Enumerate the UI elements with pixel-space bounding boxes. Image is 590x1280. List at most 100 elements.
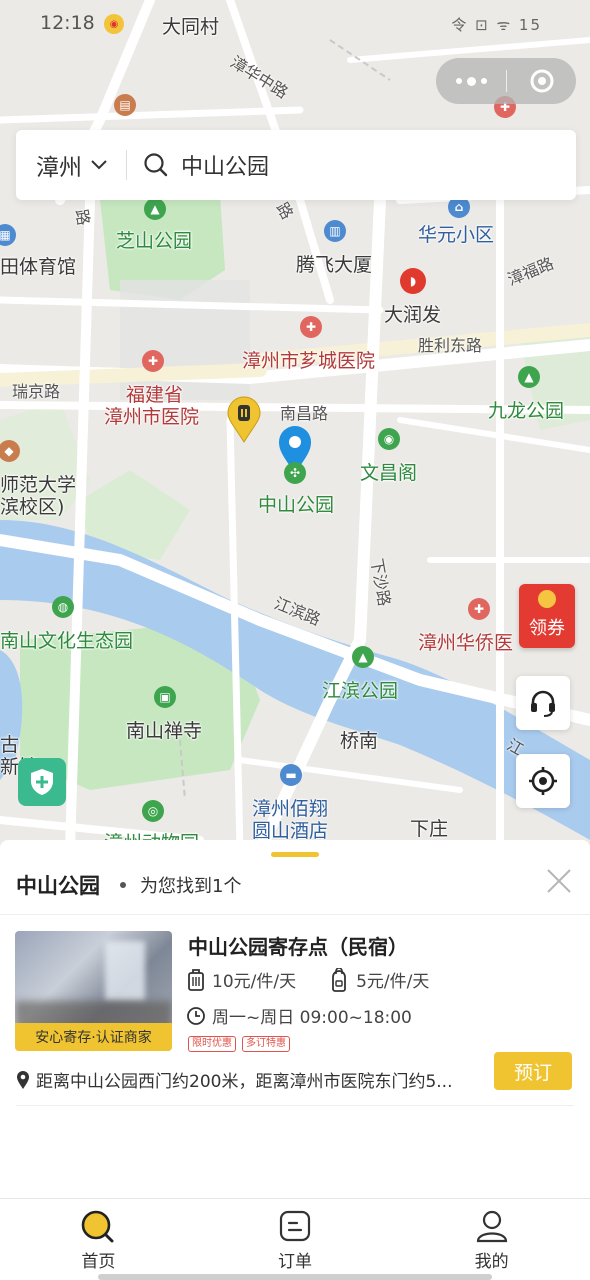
search-bar: 漳州 中山公园 xyxy=(16,130,576,200)
locate-me-button[interactable] xyxy=(516,754,570,808)
map-label-normal-univ-2: 滨校区) xyxy=(0,496,65,518)
results-title: 中山公园 xyxy=(16,874,100,898)
map-hospital-icon-2: ✚ xyxy=(300,316,322,338)
city-selector[interactable]: 漳州 xyxy=(16,130,126,200)
result-card[interactable]: 安心寄存·认证商家 中山公园寄存点（民宿） 10元/件/天 5元/件/天 周一~… xyxy=(0,915,590,1106)
sheet-drag-handle[interactable] xyxy=(271,852,319,857)
map-road-ruijing: 瑞京路 xyxy=(12,382,61,401)
map-label-xiangcheng-hospital: 漳州市芗城医院 xyxy=(242,350,376,372)
tab-orders-label: 订单 xyxy=(278,1252,312,1272)
map-label-overseas-hospital: 漳州华侨医 xyxy=(418,632,514,654)
map-temple-icon: ▣ xyxy=(154,686,176,708)
tab-profile-label: 我的 xyxy=(474,1252,509,1272)
map-label-nanshan-eco: 南山文化生态园 xyxy=(0,630,134,652)
city-name: 漳州 xyxy=(36,155,82,181)
results-header: 中山公园 为您找到1个 xyxy=(16,870,241,900)
separator-dot xyxy=(120,882,126,888)
results-count: 为您找到1个 xyxy=(140,876,242,897)
weibo-icon: ◉ xyxy=(104,14,124,34)
map-park-icon-5: ▲ xyxy=(352,646,374,668)
promo-tag: 多订特惠 xyxy=(242,1036,290,1052)
distance-row: 距离中山公园西门约200米，距离漳州市医院东门约5... xyxy=(16,1067,486,1092)
map-label-stadium: 田体育馆 xyxy=(0,256,77,278)
map-label-tengfei: 腾飞大厦 xyxy=(296,254,373,276)
shop-name: 中山公园寄存点（民宿） xyxy=(188,935,408,959)
map-road-shengli: 胜利东路 xyxy=(418,336,483,355)
map-label-hotel-2: 圆山酒店 xyxy=(252,820,329,842)
price-per-item: 10元/件/天 xyxy=(212,972,297,992)
shop-thumbnail: 安心寄存·认证商家 xyxy=(15,931,172,1051)
status-time: 12:18 xyxy=(40,12,95,34)
map-label-datong-village: 大同村 xyxy=(162,16,220,38)
map-hospital-icon-4: ✚ xyxy=(468,598,490,620)
luggage-icon xyxy=(188,968,204,991)
map-label-xiazhuang: 下庄 xyxy=(410,818,449,840)
map-poi-brown-icon: ▤ xyxy=(114,94,136,116)
map-hotel-icon: ▬ xyxy=(280,764,302,786)
profile-icon xyxy=(476,1210,507,1243)
tab-home[interactable]: 首页 xyxy=(0,1199,197,1280)
results-sheet: 中山公园 为您找到1个 安心寄存·认证商家 中山公园寄存点（民宿） 10元/件/… xyxy=(0,840,590,1200)
more-dots-icon[interactable] xyxy=(436,58,506,104)
price-small-item: 5元/件/天 xyxy=(356,972,430,992)
close-icon[interactable] xyxy=(546,868,572,894)
search-divider xyxy=(126,150,127,180)
map-zoo-icon: ◎ xyxy=(142,800,164,822)
coupon-button[interactable]: 领券 xyxy=(519,584,575,648)
order-icon xyxy=(279,1210,311,1242)
home-indicator xyxy=(98,1274,492,1280)
map-label-jiangbin-park: 江滨公园 xyxy=(322,680,399,702)
map-hospital-icon-3: ✚ xyxy=(142,350,164,372)
coupon-label: 领券 xyxy=(529,618,565,639)
tab-home-label: 首页 xyxy=(81,1252,116,1272)
map-label-jiulong-park: 九龙公园 xyxy=(488,400,565,422)
headset-icon xyxy=(531,690,555,717)
mini-program-capsule xyxy=(436,58,576,104)
map-road-nanchang: 南昌路 xyxy=(280,404,329,423)
map-label-darunfa: 大润发 xyxy=(384,304,442,326)
coin-icon xyxy=(538,590,556,608)
status-bar: 12:18 令 ⊡ ᯤ 15 xyxy=(0,0,590,50)
map-label-huayuan: 华元小区 xyxy=(418,224,495,246)
map-camera-icon: ◉ xyxy=(378,428,400,450)
price-row: 10元/件/天 5元/件/天 xyxy=(186,967,429,992)
tab-orders[interactable]: 订单 xyxy=(197,1199,394,1280)
map-label-zhishan-park: 芝山公园 xyxy=(116,230,193,252)
target-circle-icon[interactable] xyxy=(507,58,576,104)
map-label-qiaonan: 桥南 xyxy=(340,730,379,752)
map-label-zhongshan-park: 中山公园 xyxy=(258,494,335,516)
map-park-icon-4: ◍ xyxy=(52,596,74,618)
map-label-wenchang: 文昌阁 xyxy=(360,462,418,484)
distance-text: 距离中山公园西门约200米，距离漳州市医院东门约5... xyxy=(36,1072,453,1092)
card-divider xyxy=(16,1105,574,1106)
bag-icon xyxy=(332,967,346,992)
certified-badge: 安心寄存·认证商家 xyxy=(15,1023,172,1051)
search-home-icon xyxy=(82,1210,114,1243)
map-park-icon: ▲ xyxy=(144,198,166,220)
hours-row: 周一~周日 09:00~18:00 xyxy=(186,1003,412,1028)
shield-icon xyxy=(31,769,53,795)
crosshair-icon xyxy=(529,767,557,795)
map-building-icon: ▥ xyxy=(324,220,346,242)
tab-bar: 首页 订单 我的 xyxy=(0,1198,590,1280)
book-button[interactable]: 预订 xyxy=(494,1052,572,1090)
customer-service-button[interactable] xyxy=(516,676,570,730)
map-label-fujian-hospital-2: 漳州市医院 xyxy=(104,406,200,428)
map-darunfa-icon: ◗ xyxy=(400,268,426,294)
opening-hours: 周一~周日 09:00~18:00 xyxy=(212,1008,412,1028)
promo-tag: 限时优惠 xyxy=(188,1036,236,1052)
map-park-icon-2: ▲ xyxy=(518,366,540,388)
tab-profile[interactable]: 我的 xyxy=(393,1199,590,1280)
chevron-down-icon xyxy=(91,160,107,170)
safety-shield-button[interactable] xyxy=(18,758,66,806)
location-icon xyxy=(17,1070,29,1089)
map-park-icon-3: ✣ xyxy=(284,462,306,484)
search-input[interactable]: 中山公园 xyxy=(181,149,269,181)
search-icon xyxy=(143,152,169,178)
map-view[interactable]: 12:18 令 ⊡ ᯤ 15 ◉ 大同村 漳华中路 ▤ ✚ 路 路 ▲ 芝山公园… xyxy=(0,0,590,850)
clock-icon xyxy=(187,1006,205,1025)
promo-tags: 限时优惠 多订特惠 xyxy=(188,1036,290,1052)
storage-point-marker[interactable] xyxy=(226,396,262,444)
map-label-nanshan-temple: 南山禅寺 xyxy=(126,720,203,742)
status-indicators: 令 ⊡ ᯤ 15 xyxy=(451,16,542,34)
